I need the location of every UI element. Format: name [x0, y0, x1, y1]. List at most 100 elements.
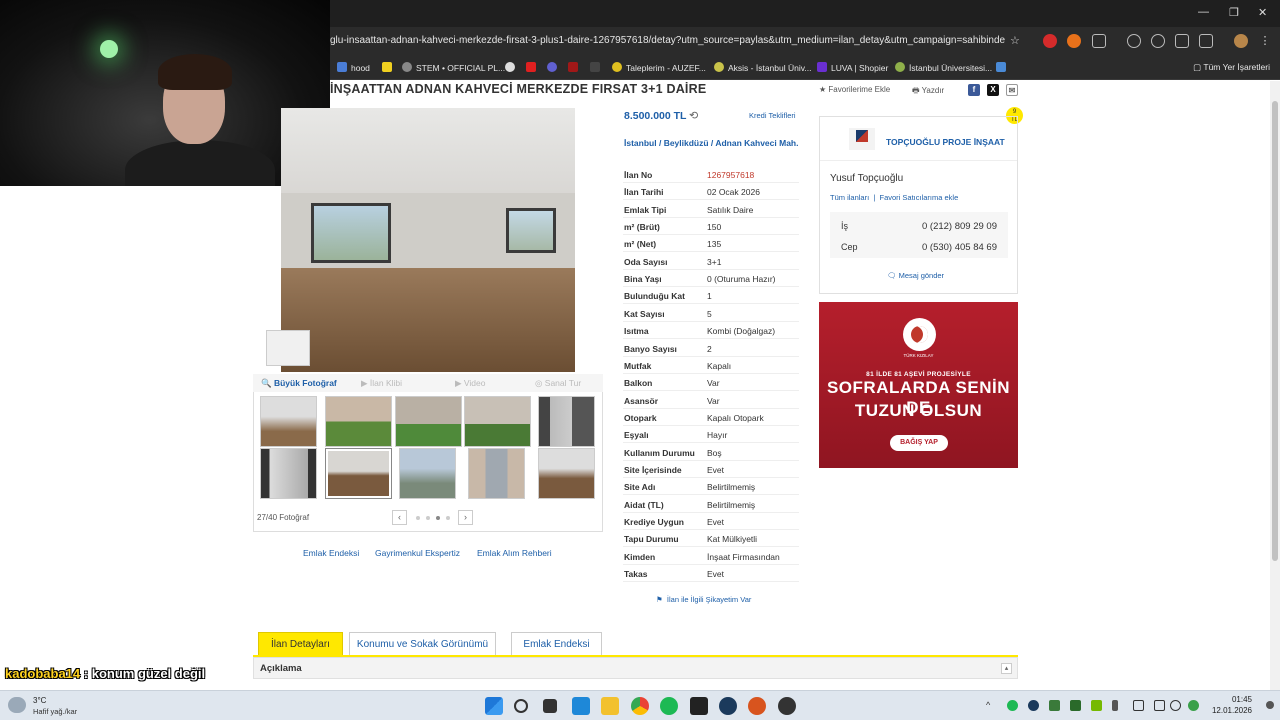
pager-dot[interactable] — [426, 516, 430, 520]
phone-number[interactable]: 0 (212) 809 29 09 — [922, 221, 997, 232]
bookmark-item[interactable]: LUVA | Shopier — [817, 62, 888, 73]
tray-chevron-icon[interactable]: ^ — [986, 700, 997, 711]
close-icon[interactable]: ✕ — [1258, 6, 1267, 19]
history-icon[interactable] — [1151, 34, 1165, 48]
kizilay-ad-banner[interactable]: TÜRK KIZILAY 81 İLDE 81 AŞEVİ PROJESİYLE… — [819, 302, 1018, 468]
tab-location[interactable]: Konumu ve Sokak Görünümü — [349, 632, 496, 656]
breadcrumb-neighborhood[interactable]: Adnan Kahveci Mah. — [715, 138, 798, 148]
star-icon[interactable]: ☆ — [1010, 34, 1024, 48]
fav-seller-link[interactable]: Favori Satıcılarıma ekle — [879, 193, 958, 202]
bookmark-item[interactable] — [505, 62, 519, 73]
thumbnail[interactable] — [260, 448, 317, 499]
bookmark-item[interactable] — [547, 62, 561, 73]
next-photo-button[interactable]: › — [458, 510, 473, 525]
description-header[interactable]: Açıklama ▴ — [253, 657, 1018, 679]
obs-studio-icon[interactable] — [778, 697, 796, 715]
pager-dot[interactable] — [446, 516, 450, 520]
bookmark-item[interactable]: İstanbul Üniversitesi... — [895, 62, 992, 73]
bookmark-item[interactable] — [382, 62, 396, 73]
tray-green-icon[interactable] — [1188, 700, 1199, 711]
thumbnail[interactable] — [395, 396, 462, 447]
bookmark-item[interactable] — [996, 62, 1010, 73]
microphone-icon[interactable] — [1112, 700, 1118, 711]
thumbnail[interactable] — [260, 396, 317, 447]
tray-steam-icon[interactable] — [1028, 700, 1039, 711]
x-twitter-icon[interactable]: X — [987, 84, 999, 96]
tray-gpu-icon[interactable] — [1091, 700, 1102, 711]
adblock-icon[interactable] — [1043, 34, 1057, 48]
send-message-button[interactable]: 🗨 Mesaj gönder — [887, 271, 944, 280]
tray-app-icon[interactable] — [1049, 700, 1060, 711]
tab-emlak-endeksi[interactable]: Emlak Endeksi — [511, 632, 602, 656]
menu-icon[interactable]: ⋮ — [1258, 34, 1272, 48]
tray-nvidia-icon[interactable] — [1070, 700, 1081, 711]
file-explorer-icon[interactable] — [601, 697, 619, 715]
store-name[interactable]: TOPÇUOĞLU PROJE İNŞAAT — [886, 137, 1005, 147]
thumbnail-selected[interactable] — [325, 448, 392, 499]
favorite-button[interactable]: ★ Favorilerime Ekle — [819, 85, 890, 94]
thumbnail[interactable] — [325, 396, 392, 447]
key-icon[interactable] — [1127, 34, 1141, 48]
notification-icon[interactable] — [1266, 701, 1274, 709]
task-view-icon[interactable] — [543, 699, 557, 713]
page-scrollbar[interactable] — [1270, 81, 1280, 690]
bookmark-item[interactable]: STEM • OFFICIAL PL... — [402, 62, 505, 73]
breadcrumb-city[interactable]: İstanbul — [624, 138, 657, 148]
bookmark-item[interactable]: hood — [337, 62, 370, 73]
epic-games-icon[interactable] — [690, 697, 708, 715]
url-text[interactable]: glu-insaattan-adnan-kahveci-merkezde-fir… — [330, 35, 1005, 46]
tab-virtual-tour[interactable]: ◎ Sanal Tur — [535, 378, 581, 389]
thumbnail[interactable] — [399, 448, 456, 499]
credit-offers-link[interactable]: Kredi Teklifleri — [749, 111, 796, 120]
pager-dot-active[interactable] — [436, 516, 440, 520]
breadcrumb-district[interactable]: Beylikdüzü — [664, 138, 709, 148]
phone-number[interactable]: 0 (530) 405 84 69 — [922, 242, 997, 253]
windows-start-icon[interactable] — [485, 697, 503, 715]
obs-app-icon[interactable] — [748, 697, 766, 715]
minimize-icon[interactable]: — — [1198, 6, 1209, 18]
steam-icon[interactable] — [719, 697, 737, 715]
mail-icon[interactable]: ✉ — [1006, 84, 1018, 96]
thumbnail[interactable] — [538, 448, 595, 499]
ekspertiz-link[interactable]: Gayrimenkul Ekspertiz — [375, 548, 460, 558]
donate-button[interactable]: BAĞIŞ YAP — [890, 435, 948, 451]
thumbnail[interactable] — [464, 396, 531, 447]
trash-icon[interactable] — [1175, 34, 1189, 48]
profile-avatar[interactable] — [1234, 34, 1248, 48]
main-photo[interactable] — [281, 108, 575, 372]
clock[interactable]: 01:45 12.01.2026 — [1212, 694, 1252, 716]
print-button[interactable]: 🖶 Yazdır — [912, 85, 944, 99]
volume-icon[interactable] — [1170, 700, 1181, 711]
thumbnail[interactable] — [538, 396, 595, 447]
bookmark-item[interactable] — [526, 62, 540, 73]
tab-clip[interactable]: ▶ İlan Klibi — [361, 378, 402, 389]
bookmark-item[interactable] — [568, 62, 582, 73]
scrollbar-thumb[interactable] — [1272, 101, 1278, 561]
bookmark-item[interactable]: Aksis - İstanbul Üniv... — [714, 62, 811, 73]
all-listings-link[interactable]: Tüm ilanları — [830, 193, 869, 202]
puzzle-icon[interactable] — [1092, 34, 1106, 48]
complaint-link[interactable]: ⚑ İlan ile İlgili Şikayetim Var — [656, 595, 751, 604]
bookmark-item[interactable] — [590, 62, 604, 73]
bookmark-item[interactable]: Taleplerim - AUZEF... — [612, 62, 706, 73]
chrome-icon[interactable] — [631, 697, 649, 715]
all-bookmarks[interactable]: ▢ Tüm Yer İşaretleri — [1193, 62, 1270, 73]
thumbnail[interactable] — [468, 448, 525, 499]
collapse-icon[interactable]: ▴ — [1001, 663, 1012, 674]
tab-big-photo[interactable]: 🔍 Büyük Fotoğraf — [261, 378, 337, 389]
extension-icon[interactable] — [1067, 34, 1081, 48]
search-icon[interactable] — [514, 699, 528, 713]
pager-dot[interactable] — [416, 516, 420, 520]
tray-spotify-icon[interactable] — [1007, 700, 1018, 711]
sidepanel-icon[interactable] — [1199, 34, 1213, 48]
restore-icon[interactable]: ❐ — [1229, 6, 1239, 19]
price-history-icon[interactable]: ⟲ — [689, 109, 698, 122]
facebook-icon[interactable]: f — [968, 84, 980, 96]
alim-rehberi-link[interactable]: Emlak Alım Rehberi — [477, 548, 552, 558]
prev-photo-button[interactable]: ‹ — [392, 510, 407, 525]
network-icon[interactable] — [1154, 700, 1165, 711]
store-icon[interactable] — [572, 697, 590, 715]
store-logo[interactable] — [849, 128, 875, 150]
spotify-icon[interactable] — [660, 697, 678, 715]
keyboard-icon[interactable] — [1133, 700, 1144, 711]
